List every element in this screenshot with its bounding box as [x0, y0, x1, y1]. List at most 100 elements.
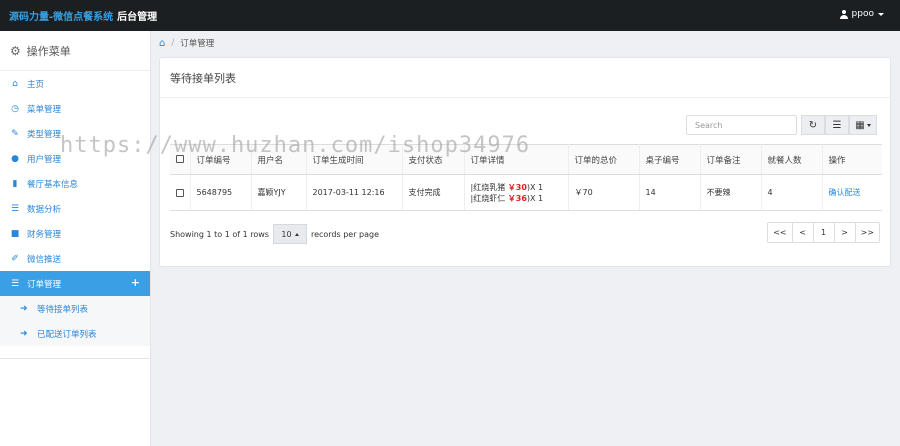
table-row: 5648795 嘉颖YJY 2017-03-11 12:16 支付完成 |红烧乳…	[170, 174, 882, 211]
user-name: ppoo	[851, 9, 874, 19]
select-all-checkbox-cell[interactable]	[170, 144, 190, 175]
caret-down-icon	[866, 123, 871, 127]
page-prev-button[interactable]: <	[791, 223, 813, 242]
cell-detail: |红烧乳猪 ￥30)X 1 |红烧虾仁 ￥36)X 1	[463, 174, 568, 211]
orders-table: 订单编号 用户名 订单生成时间 支付状态 订单详情 订单的总价 桌子编号 订单备…	[170, 144, 882, 211]
columns-button[interactable]: ▦	[849, 115, 877, 135]
select-all-checkbox[interactable]	[176, 155, 184, 163]
list-icon: ☰	[10, 278, 20, 289]
sidebar-item-label: 类型管理	[27, 129, 62, 140]
search-input[interactable]: Search	[686, 115, 797, 135]
cell-action: 确认配送	[821, 174, 882, 211]
user-icon: ●	[11, 153, 19, 164]
sidebar-item-users[interactable]: ● 用户管理	[0, 146, 150, 171]
sidebar-item-home[interactable]: ⌂ 主页	[0, 71, 150, 96]
breadcrumb-current: 订单管理	[180, 39, 215, 49]
page-first-button[interactable]: <<	[768, 223, 792, 242]
dish-qty: )X 1	[526, 193, 544, 203]
arrow-icon: ➜	[20, 328, 28, 339]
detail-line: |红烧虾仁 ￥36)X 1	[471, 193, 568, 204]
sidebar-item-label: 餐厅基本信息	[27, 179, 79, 190]
col-pay-status[interactable]: 支付状态	[401, 144, 464, 175]
refresh-button[interactable]: ↻	[801, 115, 825, 135]
home-icon: ⌂	[12, 78, 18, 89]
cell-order-id: 5648795	[189, 174, 251, 211]
col-action: 操作	[821, 144, 882, 175]
caret-down-icon	[878, 12, 884, 16]
sidebar-item-label: 财务管理	[27, 229, 62, 240]
brand-title[interactable]: 源码力量-微信点餐系统	[9, 8, 113, 23]
gear-icon: ⚙	[10, 43, 21, 58]
cell-table-no: 14	[638, 174, 700, 211]
col-remark[interactable]: 订单备注	[699, 144, 761, 175]
col-table-no[interactable]: 桌子编号	[638, 144, 700, 175]
dish-name: |红烧乳猪	[470, 182, 506, 192]
showing-text: Showing 1 to 1 of 1 rows	[170, 229, 269, 239]
col-time[interactable]: 订单生成时间	[305, 144, 402, 175]
edit-icon: ✎	[11, 128, 19, 139]
order-panel: 等待接单列表 Search ↻ ☰ ▦ 订单编号 用户名 订单生成时间 支付状态…	[159, 57, 891, 267]
col-diners[interactable]: 就餐人数	[760, 144, 822, 175]
col-total[interactable]: 订单的总价	[567, 144, 639, 175]
cell-pay-status: 支付完成	[401, 174, 464, 211]
pagination-info: Showing 1 to 1 of 1 rows 10 records per …	[170, 224, 379, 244]
sidebar-item-analytics[interactable]: ☰ 数据分析	[0, 196, 150, 221]
table-toolbar: ↻ ☰ ▦	[801, 115, 877, 135]
sidebar-item-label: 微信推送	[27, 254, 62, 265]
sidebar-subitem-delivered-orders[interactable]: ➜ 已配送订单列表	[0, 321, 150, 346]
sidebar-item-menu[interactable]: ◷ 菜单管理	[0, 96, 150, 121]
sidebar-subitem-label: 等待接单列表	[37, 304, 89, 315]
sidebar-item-category[interactable]: ✎ 类型管理	[0, 121, 150, 146]
top-navbar: 源码力量-微信点餐系统 后台管理 ppoo	[0, 0, 900, 31]
dish-price: ￥30	[507, 182, 527, 192]
cell-user: 嘉颖YJY	[250, 174, 306, 211]
page-last-button[interactable]: >>	[854, 223, 879, 242]
user-icon	[839, 9, 848, 19]
sidebar-item-label: 订单管理	[27, 279, 62, 290]
brand-subtitle: 后台管理	[117, 12, 158, 23]
sidebar: ⚙ 操作菜单 ⌂ 主页 ◷ 菜单管理 ✎ 类型管理 ● 用户管理 ▮ 餐厅基本信息 ☰ 数据…	[0, 31, 151, 446]
sidebar-item-wechat-push[interactable]: ✐ 微信推送	[0, 246, 150, 271]
detail-line: |红烧乳猪 ￥30)X 1	[471, 182, 568, 193]
user-menu[interactable]: ppoo	[839, 9, 884, 19]
per-page-value: 10	[281, 229, 292, 239]
refresh-icon: ↻	[808, 119, 818, 131]
page-next-button[interactable]: >	[833, 223, 855, 242]
col-detail[interactable]: 订单详情	[463, 144, 568, 175]
sidebar-item-finance[interactable]: ■ 财务管理	[0, 221, 150, 246]
per-page-select[interactable]: 10	[272, 224, 307, 244]
sidebar-subitem-label: 已配送订单列表	[37, 329, 97, 340]
grid-icon: ▦	[855, 119, 865, 131]
book-icon: ■	[10, 228, 20, 239]
list-icon: ☰	[10, 203, 20, 214]
sidebar-subitem-pending-orders[interactable]: ➜ 等待接单列表	[0, 296, 150, 321]
breadcrumb-separator: /	[171, 38, 175, 48]
dish-price: ￥36	[507, 193, 527, 203]
col-order-id[interactable]: 订单编号	[189, 144, 251, 175]
col-user[interactable]: 用户名	[250, 144, 306, 175]
confirm-delivery-link[interactable]: 确认配送	[829, 188, 861, 197]
cell-time: 2017-03-11 12:16	[305, 174, 402, 211]
sidebar-divider	[0, 358, 150, 359]
toggle-view-button[interactable]: ☰	[825, 115, 849, 135]
cell-total: ￥70	[567, 174, 639, 211]
arrow-icon: ➜	[20, 303, 28, 314]
caret-up-icon	[294, 232, 299, 236]
sidebar-item-label: 数据分析	[27, 204, 62, 215]
breadcrumb: ⌂ / 订单管理	[151, 31, 900, 55]
pencil-icon: ✐	[11, 253, 19, 264]
sidebar-item-label: 菜单管理	[27, 104, 62, 115]
dish-qty: )X 1	[526, 182, 544, 192]
sidebar-item-label: 用户管理	[27, 154, 62, 165]
page-number-button[interactable]: 1	[812, 223, 834, 242]
sidebar-item-restaurant-info[interactable]: ▮ 餐厅基本信息	[0, 171, 150, 196]
row-checkbox-cell[interactable]	[170, 174, 190, 211]
home-icon[interactable]: ⌂	[159, 38, 165, 49]
pagination: << < 1 > >>	[767, 222, 880, 243]
sidebar-header: ⚙ 操作菜单	[0, 31, 150, 71]
sidebar-item-orders[interactable]: ☰ 订单管理 +	[0, 271, 150, 296]
row-checkbox[interactable]	[176, 188, 184, 197]
table-header-row: 订单编号 用户名 订单生成时间 支付状态 订单详情 订单的总价 桌子编号 订单备…	[170, 144, 882, 175]
cell-diners: 4	[760, 174, 822, 211]
sidebar-item-label: 主页	[27, 79, 45, 90]
